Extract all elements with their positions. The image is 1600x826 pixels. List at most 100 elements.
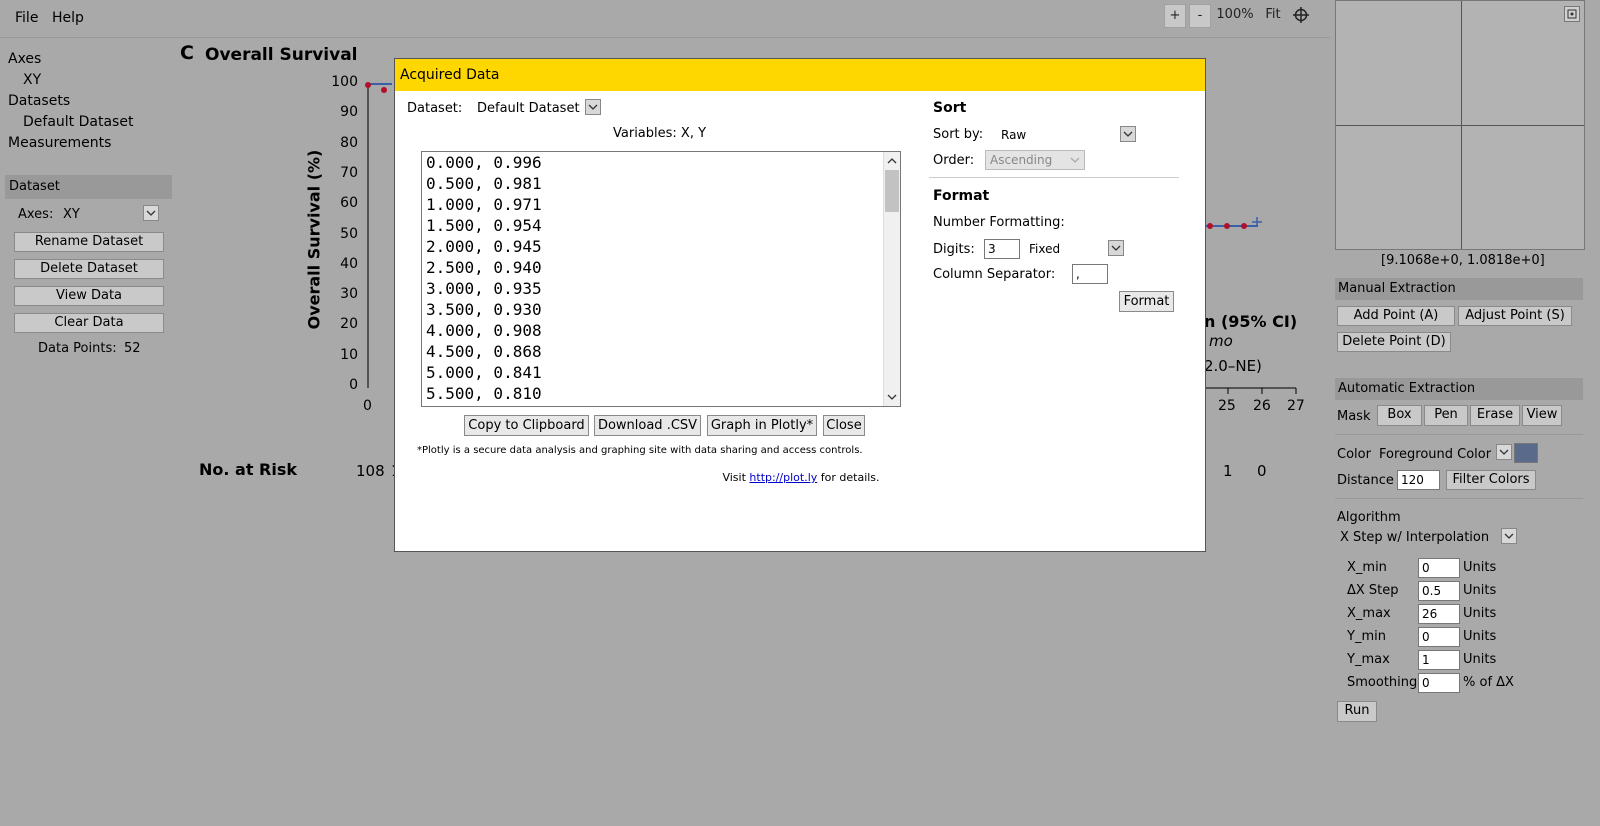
param-unit: Units [1463, 652, 1497, 667]
at-risk-label: No. at Risk [199, 460, 298, 479]
param-label: X_min [1347, 560, 1387, 575]
digits-mode-chevron-down-icon[interactable] [1108, 240, 1124, 256]
cursor-coordinates: [9.1068e+0, 1.0818e+0] [1381, 253, 1545, 268]
x-tick-0: 0 [363, 398, 372, 414]
number-formatting-label: Number Formatting: [933, 215, 1065, 230]
legend-unit: mo [1209, 332, 1233, 350]
variables-label: Variables: X, Y [613, 126, 707, 141]
algorithm-value[interactable]: X Step w/ Interpolation [1340, 530, 1489, 545]
mask-view-button[interactable]: View [1522, 405, 1562, 426]
distance-input[interactable]: 120 [1397, 470, 1440, 490]
param-input[interactable]: 0 [1418, 673, 1460, 693]
dataset-select-chevron-down-icon[interactable] [585, 99, 601, 115]
order-value: Ascending [990, 153, 1053, 167]
color-label: Color [1337, 447, 1371, 462]
data-row: 4.500, 0.868 [426, 342, 542, 361]
data-row: 1.000, 0.971 [426, 195, 542, 214]
add-point-button[interactable]: Add Point (A) [1337, 306, 1455, 326]
at-risk-value-0: 108 [356, 462, 385, 480]
close-button[interactable]: Close [823, 415, 865, 436]
mask-pen-button[interactable]: Pen [1424, 405, 1468, 426]
order-label: Order: [933, 153, 975, 168]
legend-ci-partial: 2.0–NE) [1204, 357, 1262, 375]
scroll-up-icon[interactable] [884, 154, 900, 168]
at-risk-value-26: 0 [1257, 462, 1267, 480]
param-label: ΔX Step [1347, 583, 1399, 598]
sort-heading: Sort [933, 100, 967, 116]
param-unit: Units [1463, 583, 1497, 598]
data-row: 0.000, 0.996 [426, 153, 542, 172]
at-risk-value-25: 1 [1223, 462, 1233, 480]
distance-label: Distance [1337, 473, 1394, 488]
data-row: 3.500, 0.930 [426, 300, 542, 319]
acquired-data-dialog: Acquired Data Dataset: Default Dataset V… [394, 58, 1206, 552]
param-unit: Units [1463, 606, 1497, 621]
param-label: X_max [1347, 606, 1391, 621]
color-swatch[interactable] [1514, 443, 1538, 463]
param-label: Smoothing [1347, 675, 1418, 690]
x-tick-27: 27 [1287, 398, 1305, 414]
delete-point-button[interactable]: Delete Point (D) [1337, 332, 1451, 352]
color-value[interactable]: Foreground Color [1379, 447, 1491, 462]
format-button[interactable]: Format [1119, 291, 1174, 312]
column-separator-input[interactable]: , [1072, 264, 1108, 284]
mask-divider [1335, 434, 1583, 435]
mask-erase-button[interactable]: Erase [1470, 405, 1520, 426]
data-scrollbar[interactable] [883, 152, 900, 406]
param-input[interactable]: 1 [1418, 650, 1460, 670]
param-input[interactable]: 0 [1418, 558, 1460, 578]
scroll-down-icon[interactable] [884, 390, 900, 404]
param-unit: Units [1463, 560, 1497, 575]
plotly-visit-line: Visit http://plot.ly for details. [395, 471, 1207, 484]
param-input[interactable]: 26 [1418, 604, 1460, 624]
data-row: 4.000, 0.908 [426, 321, 542, 340]
automatic-extraction-heading: Automatic Extraction [1335, 378, 1583, 400]
param-label: Y_min [1347, 629, 1386, 644]
plotly-link[interactable]: http://plot.ly [749, 471, 817, 484]
details-text: for details. [820, 471, 880, 484]
data-row: 2.000, 0.945 [426, 237, 542, 256]
sort-by-label: Sort by: [933, 127, 984, 142]
format-heading: Format [933, 188, 990, 204]
data-row: 3.000, 0.935 [426, 279, 542, 298]
param-label: Y_max [1347, 652, 1390, 667]
data-row: 0.500, 0.981 [426, 174, 542, 193]
plotly-note: *Plotly is a secure data analysis and gr… [417, 445, 863, 456]
data-textarea[interactable]: 0.000, 0.996 0.500, 0.981 1.000, 0.971 1.50… [421, 151, 901, 407]
data-row: 5.500, 0.810 [426, 384, 542, 403]
digits-mode-value[interactable]: Fixed [1029, 242, 1060, 256]
scroll-thumb[interactable] [885, 170, 899, 212]
param-unit: Units [1463, 629, 1497, 644]
sort-by-chevron-down-icon[interactable] [1120, 126, 1136, 142]
digits-input[interactable]: 3 [984, 239, 1020, 259]
magnifier-view [1335, 0, 1585, 250]
copy-to-clipboard-button[interactable]: Copy to Clipboard [464, 415, 589, 436]
mask-box-button[interactable]: Box [1377, 405, 1422, 426]
x-tick-25: 25 [1218, 398, 1236, 414]
legend-partial-header: n (95% CI) [1204, 312, 1298, 331]
param-input[interactable]: 0 [1418, 627, 1460, 647]
manual-extraction-heading: Manual Extraction [1335, 278, 1583, 300]
graph-in-plotly-button[interactable]: Graph in Plotly* [707, 415, 817, 436]
run-button[interactable]: Run [1337, 701, 1377, 722]
data-row: 5.000, 0.841 [426, 363, 542, 382]
visit-text: Visit [722, 471, 746, 484]
dataset-label: Dataset: [407, 101, 463, 116]
dataset-select-value[interactable]: Default Dataset [477, 101, 580, 116]
order-chevron-down-icon [1070, 157, 1080, 163]
sort-divider [929, 177, 1179, 178]
adjust-point-button[interactable]: Adjust Point (S) [1458, 306, 1572, 326]
download-csv-button[interactable]: Download .CSV [594, 415, 701, 436]
data-row: 1.500, 0.954 [426, 216, 542, 235]
algorithm-chevron-down-icon[interactable] [1501, 528, 1517, 544]
x-tick-26: 26 [1253, 398, 1271, 414]
magnifier-crosshair-h [1336, 125, 1584, 126]
filter-colors-button[interactable]: Filter Colors [1446, 470, 1536, 490]
sort-by-value[interactable]: Raw [1001, 128, 1026, 142]
order-select: Ascending [985, 150, 1085, 170]
dialog-title: Acquired Data [395, 59, 1205, 91]
magnifier-settings-icon[interactable] [1564, 6, 1580, 22]
color-divider [1335, 498, 1583, 499]
param-input[interactable]: 0.5 [1418, 581, 1460, 601]
color-chevron-down-icon[interactable] [1496, 444, 1512, 460]
